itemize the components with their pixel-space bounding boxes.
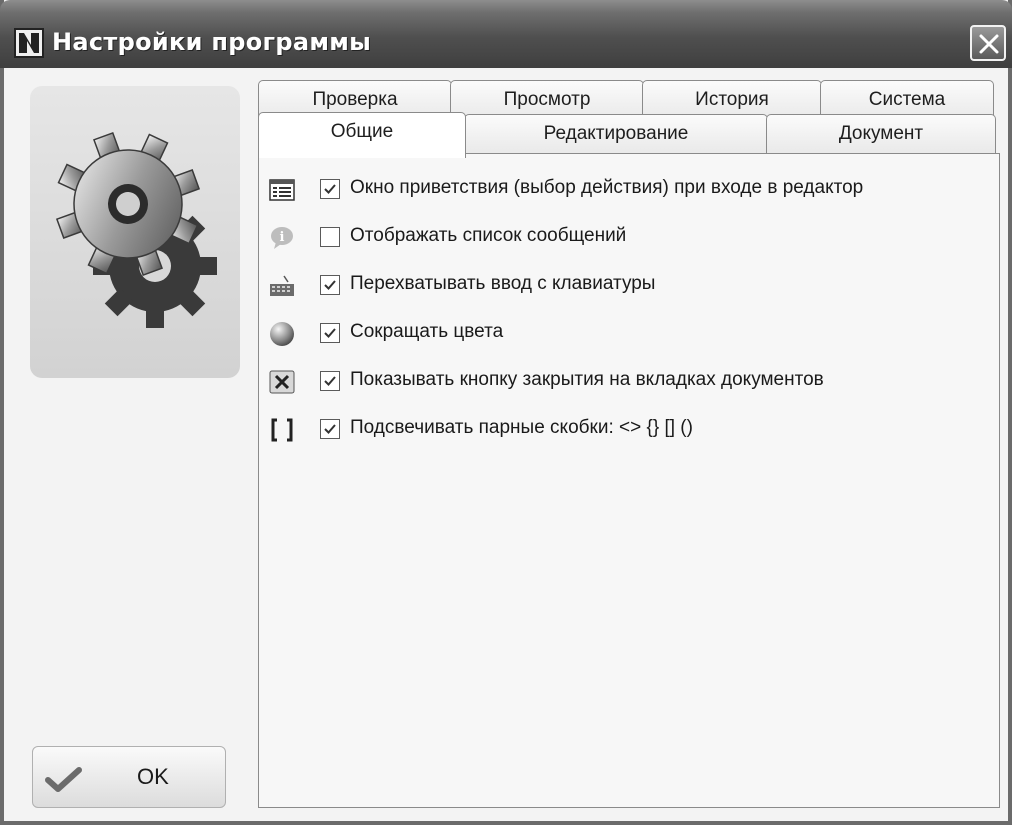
tab-dokument[interactable]: Документ: [766, 114, 996, 154]
window-title: Настройки программы: [52, 28, 372, 56]
settings-window: Настройки программы Проверка Просмотр Ис…: [0, 0, 1012, 825]
keyboard-capture-label: Перехватывать ввод с клавиатуры: [350, 273, 656, 294]
brackets-icon: [271, 418, 293, 442]
tab-close-button-label: Показывать кнопку закрытия на вкладках д…: [350, 369, 824, 390]
keyboard-icon: [270, 275, 294, 296]
reduce-colors-checkbox[interactable]: [320, 323, 340, 343]
title-bar[interactable]: Настройки программы: [0, 0, 1012, 68]
checkmark-icon: [324, 280, 336, 290]
welcome-window-label: Окно приветствия (выбор действия) при вх…: [350, 177, 864, 198]
tab-redaktirovanie[interactable]: Редактирование: [464, 114, 768, 154]
close-tab-icon: [269, 370, 295, 394]
checkmark-icon: [324, 376, 336, 386]
color-sphere-icon: [270, 322, 294, 346]
gears-icon: [55, 131, 217, 328]
message-list-checkbox[interactable]: [320, 227, 340, 247]
welcome-window-checkbox[interactable]: [320, 179, 340, 199]
check-icon: [45, 767, 82, 792]
checkmark-icon: [324, 184, 336, 194]
info-message-icon: i: [271, 227, 293, 249]
close-button[interactable]: [970, 25, 1006, 61]
general-settings-panel: [258, 153, 1000, 808]
settings-logo-panel: [30, 86, 240, 378]
tab-obshchie[interactable]: Общие: [258, 112, 466, 158]
ok-button[interactable]: OK: [32, 746, 226, 808]
message-list-label: Отображать список сообщений: [350, 225, 627, 246]
bracket-highlight-label: Подсвечивать парные скобки: <> {} [] (): [350, 417, 693, 438]
keyboard-capture-checkbox[interactable]: [320, 275, 340, 295]
close-icon: [979, 34, 999, 54]
app-logo-icon: [14, 28, 44, 58]
svg-text:i: i: [280, 230, 285, 245]
bracket-highlight-checkbox[interactable]: [320, 419, 340, 439]
ok-button-label: OK: [137, 764, 169, 789]
reduce-colors-label: Сокращать цвета: [350, 321, 504, 342]
list-window-icon: [269, 179, 295, 201]
checkmark-icon: [324, 424, 336, 434]
checkmark-icon: [324, 328, 336, 338]
tab-close-button-checkbox[interactable]: [320, 371, 340, 391]
